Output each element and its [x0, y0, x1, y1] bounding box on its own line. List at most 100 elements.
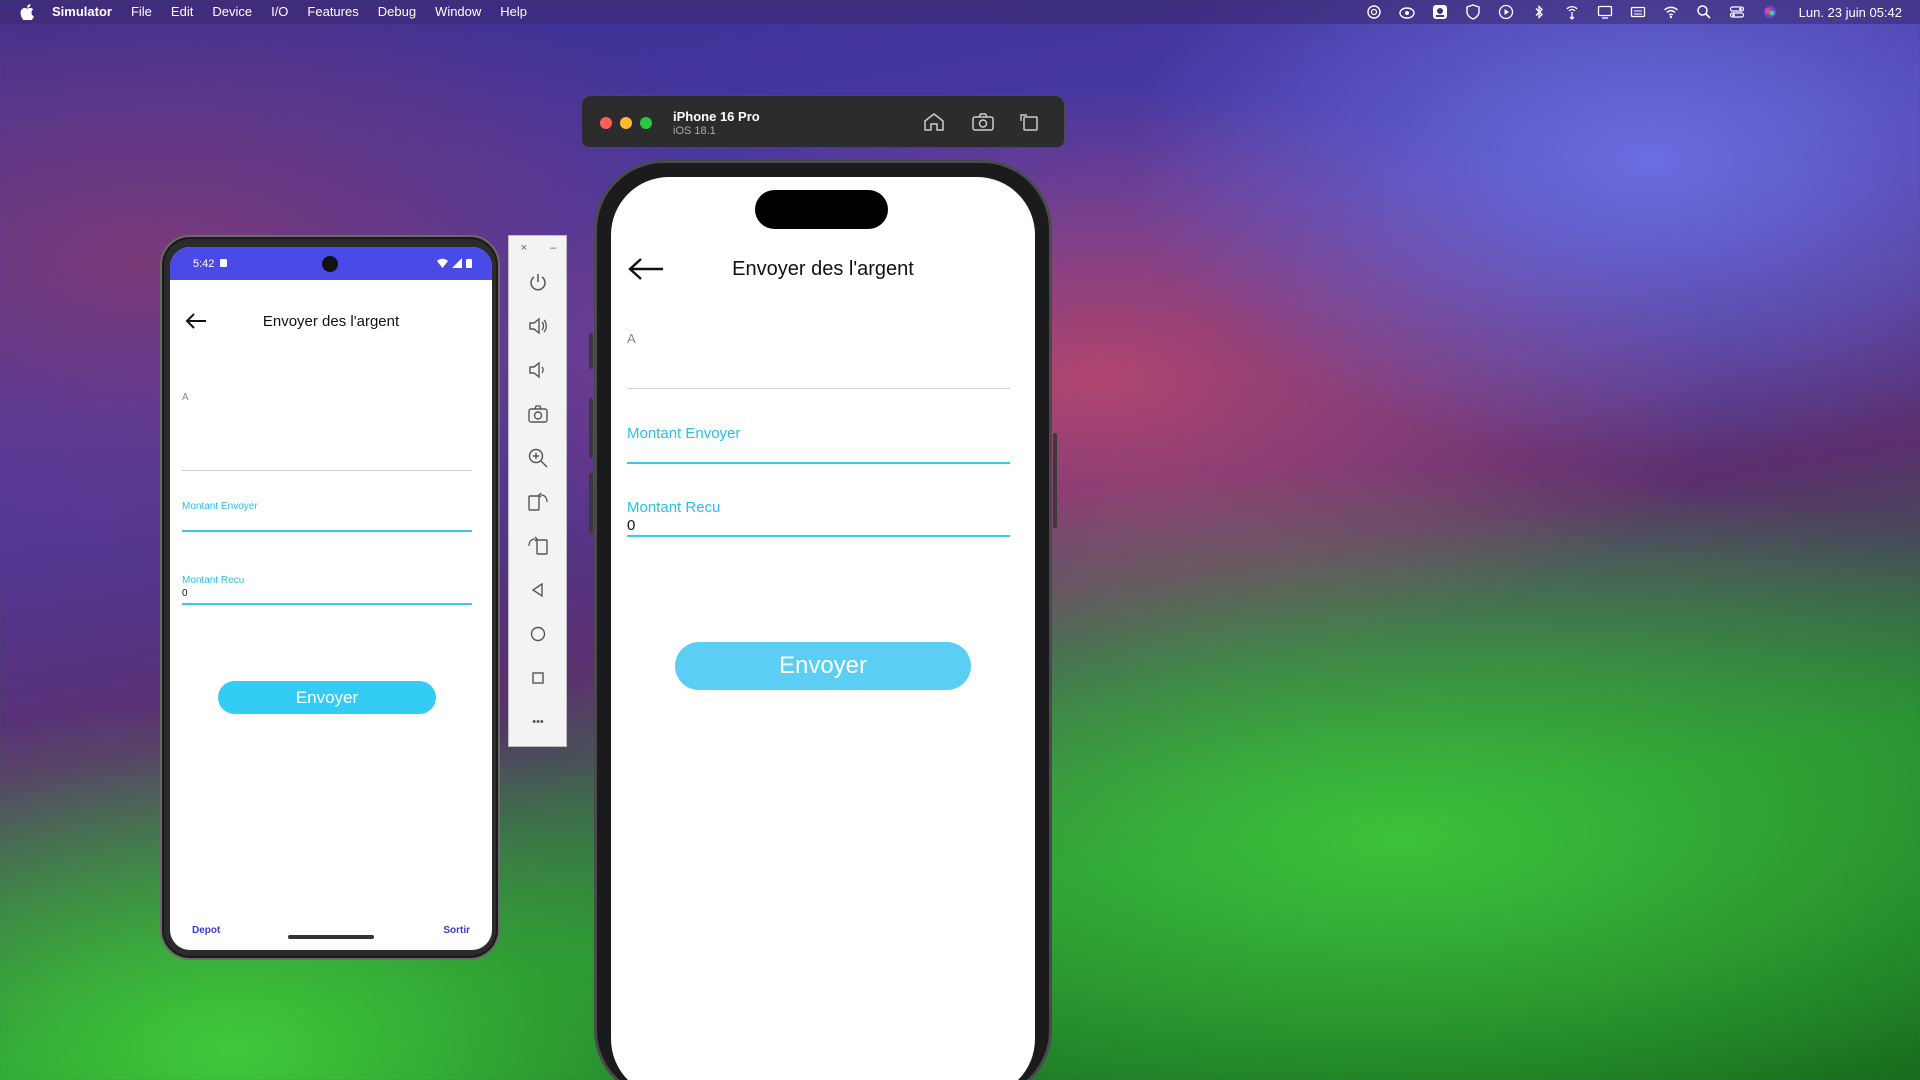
field-a-input[interactable] — [627, 349, 1010, 387]
shield-icon[interactable] — [1465, 4, 1481, 20]
montant-envoyer-input[interactable] — [182, 513, 472, 529]
menubar-clock[interactable]: Lun. 23 juin 05:42 — [1799, 5, 1902, 20]
home-screen-button[interactable] — [922, 111, 946, 133]
android-emulator-device: 5:42 Envoyer des l'argent A Montant Envo… — [160, 235, 500, 960]
home-icon — [924, 113, 944, 131]
screen-title: Envoyer des l'argent — [262, 313, 400, 330]
montant-recu-input[interactable]: 0 — [182, 588, 188, 599]
android-camera-cutout — [322, 256, 338, 272]
simulator-window-titlebar: iPhone 16 Pro iOS 18.1 — [581, 95, 1065, 148]
menu-file[interactable]: File — [131, 0, 152, 24]
creative-cloud-icon[interactable] — [1398, 4, 1415, 20]
power-icon — [530, 274, 546, 291]
signal-icon — [452, 258, 462, 268]
menu-edit[interactable]: Edit — [171, 0, 193, 24]
camera-icon — [528, 405, 548, 423]
wifi-icon[interactable] — [1663, 4, 1679, 20]
display-icon[interactable] — [1597, 4, 1613, 20]
montant-envoyer-label: Montant Envoyer — [182, 501, 258, 512]
siri-icon[interactable] — [1762, 4, 1778, 20]
volume-down-icon — [529, 361, 544, 379]
back-button[interactable] — [527, 579, 549, 601]
home-button[interactable] — [527, 623, 549, 645]
device-os-version: iOS 18.1 — [673, 125, 716, 137]
montant-recu-label: Montant Recu — [182, 575, 245, 586]
volume-down-side-button[interactable] — [589, 473, 593, 533]
camera-icon — [972, 113, 994, 131]
side-power-button[interactable] — [1053, 433, 1057, 528]
montant-recu-underline — [182, 603, 472, 605]
field-a-label: A — [182, 392, 189, 403]
action-button[interactable] — [589, 333, 593, 369]
square-overview-icon — [532, 672, 544, 684]
volume-up-side-button[interactable] — [589, 398, 593, 458]
menu-help[interactable]: Help — [500, 0, 527, 24]
emulator-toolbar: × – ••• — [508, 235, 567, 747]
screenshot-button[interactable] — [527, 403, 549, 425]
montant-recu-label: Montant Recu — [627, 499, 721, 516]
airdrop-icon[interactable] — [1564, 4, 1580, 20]
volume-up-icon — [529, 317, 547, 335]
more-button[interactable]: ••• — [527, 711, 549, 733]
nav-depot[interactable]: Depot — [192, 925, 220, 936]
ios-screen: Envoyer des l'argent A Montant Envoyer M… — [611, 177, 1035, 1080]
battery-icon — [466, 259, 472, 268]
montant-recu-underline — [627, 535, 1010, 537]
apple-icon[interactable] — [20, 4, 34, 20]
android-status-bar: 5:42 — [170, 247, 492, 280]
montant-envoyer-label: Montant Envoyer — [627, 425, 741, 442]
wifi-icon — [437, 258, 448, 268]
emulator-close-button[interactable]: × — [521, 242, 527, 254]
montant-envoyer-input[interactable] — [627, 443, 1010, 461]
menu-features[interactable]: Features — [307, 0, 358, 24]
field-a-underline — [182, 470, 472, 471]
device-name: iPhone 16 Pro — [673, 109, 760, 124]
circle-home-icon — [530, 626, 546, 642]
field-a-input[interactable] — [182, 407, 472, 465]
menu-io[interactable]: I/O — [271, 0, 288, 24]
search-icon[interactable] — [1696, 4, 1712, 20]
screenshot-button[interactable] — [971, 111, 995, 133]
field-a-label: A — [627, 331, 636, 346]
iphone-device: Envoyer des l'argent A Montant Envoyer M… — [589, 160, 1057, 1080]
dynamic-island — [755, 190, 888, 229]
zoom-window-button[interactable] — [640, 117, 652, 129]
envoyer-button[interactable]: Envoyer — [675, 642, 971, 690]
power-button[interactable] — [527, 271, 549, 293]
montant-recu-input[interactable]: 0 — [627, 517, 635, 534]
menu-window[interactable]: Window — [435, 0, 481, 24]
close-window-button[interactable] — [600, 117, 612, 129]
play-icon[interactable] — [1498, 4, 1514, 20]
minimize-window-button[interactable] — [620, 117, 632, 129]
zoom-button[interactable] — [527, 447, 549, 469]
menu-bar: Simulator File Edit Device I/O Features … — [0, 0, 1920, 24]
nav-sortir[interactable]: Sortir — [443, 925, 470, 936]
keyboard-icon[interactable] — [1630, 4, 1646, 20]
montant-envoyer-underline — [627, 462, 1010, 464]
field-a-underline — [627, 388, 1010, 389]
volume-down-button[interactable] — [527, 359, 549, 381]
overview-button[interactable] — [527, 667, 549, 689]
openai-icon[interactable] — [1366, 4, 1382, 20]
android-notification-icon — [220, 259, 227, 267]
menu-app-name[interactable]: Simulator — [52, 0, 112, 24]
menu-debug[interactable]: Debug — [378, 0, 416, 24]
bluetooth-icon[interactable] — [1531, 4, 1547, 20]
webcam-icon[interactable] — [1432, 4, 1448, 20]
volume-up-button[interactable] — [527, 315, 549, 337]
montant-envoyer-underline — [182, 530, 472, 532]
menu-device[interactable]: Device — [212, 0, 252, 24]
envoyer-button[interactable]: Envoyer — [218, 681, 436, 714]
rotate-button[interactable] — [1017, 111, 1041, 133]
zoom-in-icon — [528, 448, 548, 468]
control-center-icon[interactable] — [1729, 4, 1745, 20]
android-screen: 5:42 Envoyer des l'argent A Montant Envo… — [170, 247, 492, 950]
rotate-right-icon — [528, 536, 548, 555]
triangle-back-icon — [531, 582, 543, 598]
android-gesture-bar[interactable] — [288, 935, 374, 939]
rotate-icon — [1020, 114, 1038, 131]
rotate-left-button[interactable] — [527, 491, 549, 513]
rotate-left-icon — [528, 492, 548, 511]
emulator-minimize-button[interactable]: – — [550, 242, 556, 254]
rotate-right-button[interactable] — [527, 535, 549, 557]
